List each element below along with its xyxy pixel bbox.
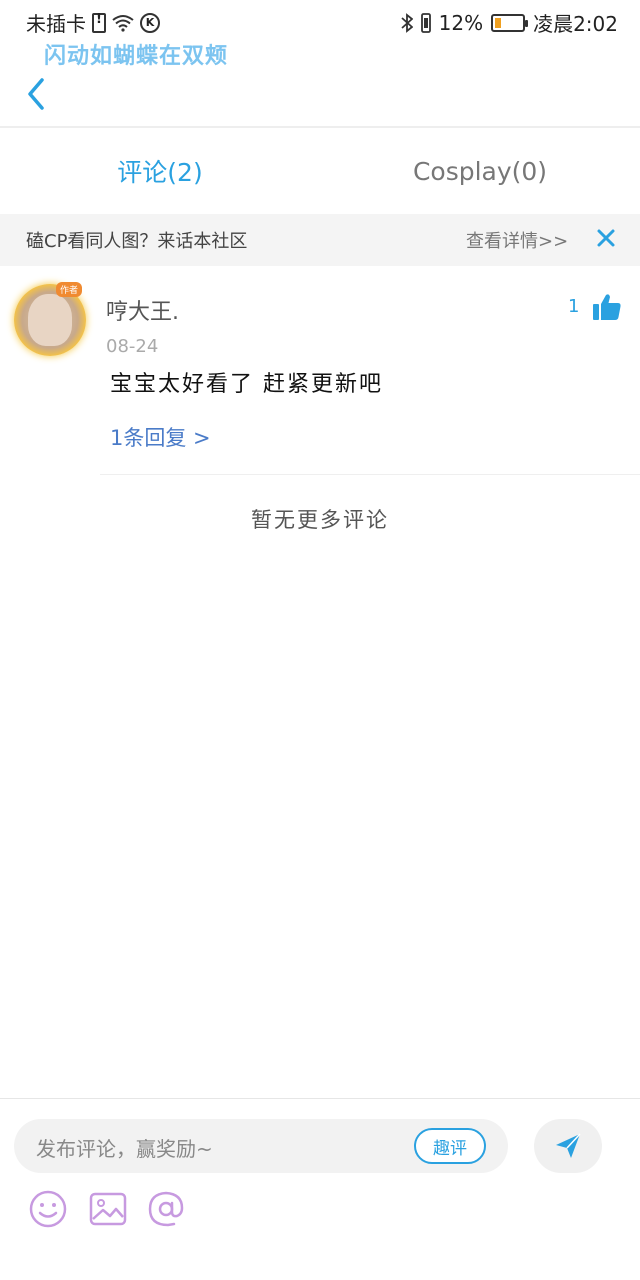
view-replies-link[interactable]: 1条回复 > [110, 422, 211, 452]
battery-percent: 12% [438, 10, 484, 35]
comment-item: 作者 哼大王. 08-24 宝宝太好看了 赶紧更新吧 1条回复 > 1 [0, 266, 640, 476]
send-button[interactable] [534, 1119, 602, 1173]
author-badge: 作者 [56, 282, 83, 297]
chevron-left-icon [28, 78, 44, 110]
notification-text: 闪动如蝴蝶在双颊 [44, 44, 229, 69]
bluetooth-icon [401, 12, 413, 33]
battery-icon [491, 13, 529, 32]
banner-details-link[interactable]: 查看详情>> [466, 227, 568, 253]
banner-text: 磕CP看同人图？来话本社区 [26, 231, 248, 252]
status-left: 未插卡 K [26, 8, 160, 37]
k-icon: K [140, 12, 160, 33]
image-icon[interactable] [88, 1189, 128, 1229]
at-icon[interactable] [146, 1189, 186, 1229]
no-more-comments: 暂无更多评论 [251, 508, 389, 532]
wifi-icon [112, 14, 134, 32]
status-right: 12% 凌晨2:02 [401, 8, 618, 37]
vibrate-icon [420, 12, 431, 33]
promo-banner: 磕CP看同人图？来话本社区 查看详情>> [0, 214, 640, 266]
sim-alert-icon [92, 12, 106, 33]
send-icon [556, 1133, 581, 1158]
comment-input[interactable]: 发布评论，赢奖励~ 趣评 [14, 1119, 508, 1173]
avatar-image [28, 294, 72, 346]
tab-comments[interactable]: 评论(2) [0, 128, 320, 214]
tab-bar: 评论(2) Cosplay(0) [0, 128, 640, 214]
avatar[interactable]: 作者 [14, 282, 86, 356]
comment-content: 宝宝太好看了 赶紧更新吧 [110, 372, 383, 397]
carrier-label: 未插卡 [26, 12, 86, 36]
emoji-icon[interactable] [28, 1189, 68, 1229]
tab-cosplay[interactable]: Cosplay(0) [320, 128, 640, 214]
comment-date: 08-24 [106, 336, 159, 357]
clock: 凌晨2:02 [533, 12, 618, 36]
like-count: 1 [568, 296, 580, 317]
comment-divider [100, 474, 640, 475]
close-icon[interactable] [596, 228, 616, 248]
back-button[interactable] [20, 74, 56, 114]
thumbs-up-icon[interactable] [592, 292, 622, 322]
battery-fill [495, 17, 502, 28]
comment-input-placeholder: 发布评论，赢奖励~ [36, 1137, 213, 1161]
comment-author[interactable]: 哼大王. [106, 294, 179, 326]
comment-composer: 发布评论，赢奖励~ 趣评 [0, 1098, 640, 1280]
quip-button[interactable]: 趣评 [414, 1128, 486, 1164]
